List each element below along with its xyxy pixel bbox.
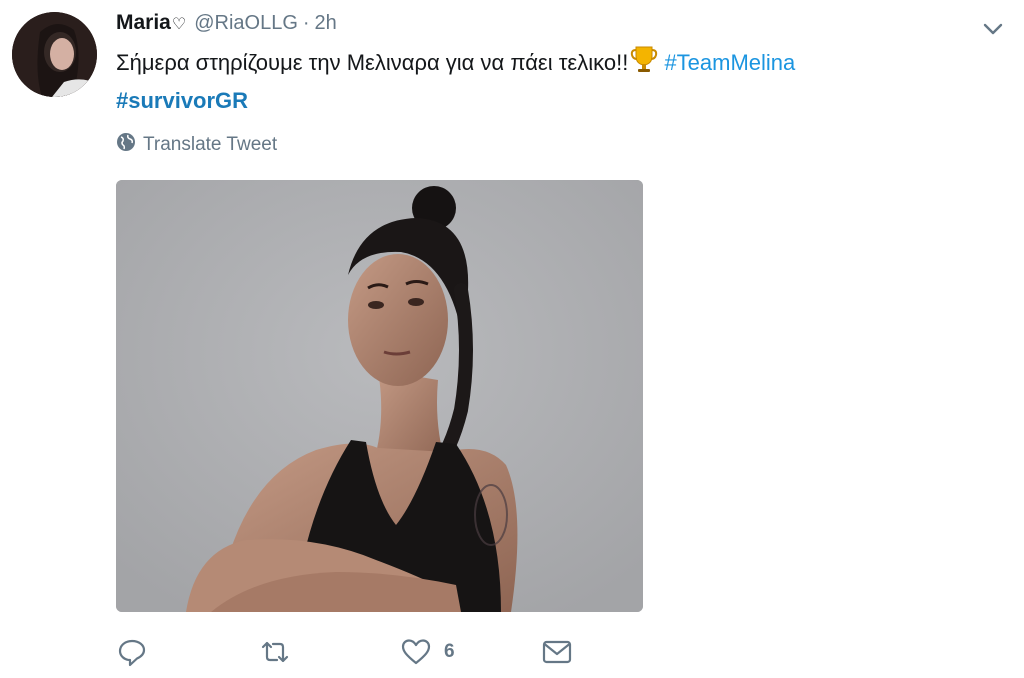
tweet-photo[interactable] xyxy=(116,180,643,612)
hashtag-survivor-gr[interactable]: #survivorGR xyxy=(116,88,248,113)
envelope-icon xyxy=(540,636,574,668)
avatar[interactable] xyxy=(12,12,97,97)
translate-label: Translate Tweet xyxy=(143,134,278,155)
retweet-icon xyxy=(258,636,292,668)
trophy-emoji xyxy=(630,44,658,74)
tweet[interactable]: Maria ♡ @RiaOLLG · 2h Σήμερα στηρίζουμε … xyxy=(0,0,1024,678)
tweet-actions: 6 xyxy=(116,636,716,672)
translate-tweet-link[interactable]: Translate Tweet xyxy=(116,132,277,158)
reply-icon xyxy=(116,636,148,668)
name-heart-emoji: ♡ xyxy=(171,16,187,33)
retweet-button[interactable] xyxy=(258,636,292,668)
hashtag-team-melina[interactable]: #TeamMelina xyxy=(664,50,795,75)
direct-message-button[interactable] xyxy=(540,636,574,668)
tweet-header: Maria ♡ @RiaOLLG · 2h xyxy=(116,11,337,35)
timestamp[interactable]: 2h xyxy=(315,12,337,35)
tweet-text-line1: Σήμερα στηρίζουμε την Μελιναρα για να πά… xyxy=(116,50,629,75)
like-count: 6 xyxy=(444,641,455,662)
tweet-text: Σήμερα στηρίζουμε την Μελιναρα για να πά… xyxy=(116,44,996,120)
chevron-down-icon[interactable] xyxy=(978,14,1008,44)
author-name[interactable]: Maria xyxy=(116,11,171,35)
reply-button[interactable] xyxy=(116,636,148,668)
heart-icon xyxy=(400,636,432,668)
like-button[interactable]: 6 xyxy=(400,636,455,668)
author-handle[interactable]: @RiaOLLG xyxy=(194,12,298,35)
globe-icon xyxy=(116,132,143,158)
separator-dot: · xyxy=(302,12,310,34)
